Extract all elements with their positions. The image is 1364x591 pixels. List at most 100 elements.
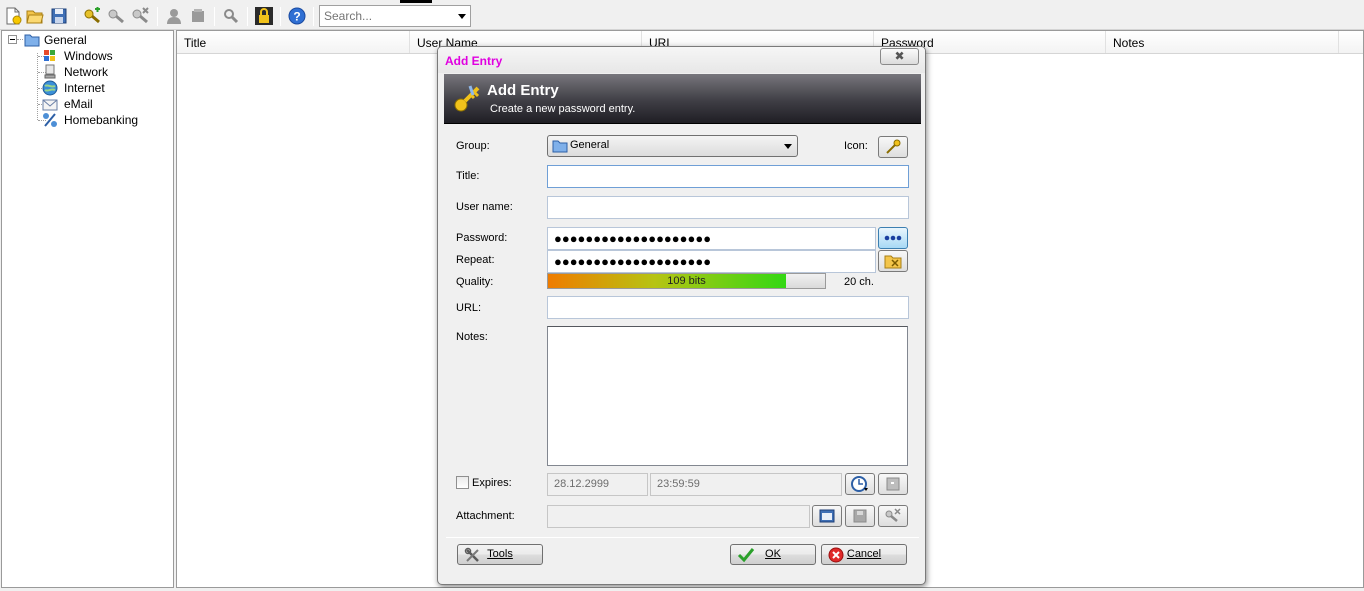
password-length-text: 20 ch. (844, 276, 874, 288)
open-database-icon[interactable] (26, 7, 44, 25)
repeat-value: ●●●●●●●●●●●●●●●●●●●● (554, 254, 712, 269)
tree-connector (37, 53, 38, 120)
username-input[interactable] (548, 197, 908, 218)
tree-connector (17, 39, 23, 40)
toolbar-separator (313, 7, 314, 26)
save-attachment-button[interactable] (845, 505, 875, 527)
tools-icon (464, 547, 479, 562)
expiry-custom-button[interactable] (878, 473, 908, 495)
title-label: Title: (456, 170, 480, 182)
url-label: URL: (456, 302, 482, 314)
quality-bits-text: 109 bits (667, 275, 706, 287)
group-tree: General Windows Network Internet eMail H… (1, 30, 174, 588)
tree-item-label: Network (64, 65, 109, 79)
dialog-banner: Add Entry Create a new password entry. (444, 74, 921, 124)
toolbar-separator (214, 7, 215, 26)
group-select[interactable]: General (547, 135, 798, 157)
folder-icon (24, 34, 40, 47)
chevron-down-icon (784, 144, 792, 149)
expires-label[interactable]: Expires: (472, 477, 512, 489)
toolbar-separator (157, 7, 158, 26)
tree-item-label: Windows (64, 49, 113, 63)
close-button[interactable]: ✖ (880, 48, 919, 65)
column-header-notes[interactable]: Notes (1106, 31, 1339, 53)
new-database-icon[interactable] (4, 7, 22, 25)
username-label: User name: (456, 201, 513, 213)
mail-icon (42, 99, 58, 111)
quality-label: Quality: (456, 276, 494, 288)
cancel-button-label: Cancel (846, 548, 882, 560)
icon-label: Icon: (844, 140, 868, 152)
svg-text:?: ? (293, 10, 300, 24)
network-icon (44, 64, 56, 79)
save-database-icon[interactable] (50, 7, 68, 25)
column-header-title[interactable]: Title (177, 31, 410, 53)
dialog-title: Add Entry (445, 54, 503, 68)
expiry-presets-button[interactable] (845, 473, 875, 495)
collapse-toggle-icon[interactable] (8, 35, 17, 44)
folder-icon (552, 140, 568, 153)
dialog-separator (446, 537, 919, 538)
generate-password-button[interactable] (878, 250, 908, 272)
add-entry-dialog: Add Entry ✖ Add Entry Create a new passw… (437, 46, 926, 585)
notes-label: Notes: (456, 331, 488, 343)
copy-icon[interactable] (189, 7, 207, 25)
tree-item-label: Homebanking (64, 113, 139, 127)
url-input[interactable] (548, 297, 908, 318)
delete-entry-icon (885, 508, 901, 522)
notes-field[interactable] (547, 326, 908, 466)
icon-picker-button[interactable] (878, 136, 908, 158)
key-icon (886, 139, 901, 154)
delete-entry-icon[interactable] (131, 7, 149, 25)
globe-icon (42, 80, 58, 96)
remove-attachment-button[interactable] (878, 505, 908, 527)
username-field[interactable] (547, 196, 909, 219)
title-field[interactable] (547, 165, 909, 188)
group-select-value: General (570, 139, 610, 151)
attach-file-button[interactable] (812, 505, 842, 527)
attachment-field (547, 505, 810, 528)
notes-textarea[interactable] (548, 327, 907, 465)
checkmark-icon (737, 548, 755, 563)
windows-icon (44, 50, 55, 61)
help-icon[interactable]: ? (288, 7, 306, 25)
url-field[interactable] (547, 296, 909, 319)
hidden-dots-icon (884, 235, 902, 241)
repeat-field[interactable]: ●●●●●●●●●●●●●●●●●●●● (547, 250, 876, 273)
main-toolbar: ? (0, 3, 1364, 30)
add-entry-icon[interactable] (83, 7, 101, 25)
search-input[interactable] (320, 6, 450, 26)
banner-subtitle: Create a new password entry. (490, 103, 636, 115)
clock-icon (851, 476, 868, 492)
disk-icon (853, 509, 867, 523)
repeat-label: Repeat: (456, 254, 495, 266)
title-input[interactable] (548, 166, 908, 187)
calendar-icon (886, 477, 900, 491)
expiry-time-field[interactable]: 23:59:59 (650, 473, 842, 496)
toolbar-separator (75, 7, 76, 26)
key-icon (454, 85, 480, 112)
lock-icon[interactable] (255, 7, 273, 25)
password-field[interactable]: ●●●●●●●●●●●●●●●●●●●● (547, 227, 876, 250)
find-icon[interactable] (222, 7, 240, 25)
dialog-titlebar: Add Entry ✖ (438, 47, 925, 73)
toggle-password-visibility-button[interactable] (878, 227, 908, 249)
cancel-button[interactable]: Cancel (821, 544, 907, 565)
expires-checkbox[interactable] (456, 476, 469, 489)
toolbar-separator (247, 7, 248, 26)
password-value: ●●●●●●●●●●●●●●●●●●●● (554, 231, 712, 246)
tree-item-label: eMail (64, 97, 93, 111)
search-dropdown-arrow-icon[interactable] (458, 14, 466, 19)
expiry-date-field[interactable]: 28.12.2999 (547, 473, 648, 496)
user-icon[interactable] (165, 7, 183, 25)
edit-entry-icon[interactable] (107, 7, 125, 25)
toolbar-separator (280, 7, 281, 26)
open-folder-icon (819, 509, 835, 523)
attachment-label: Attachment: (456, 510, 515, 522)
ok-button[interactable]: OK (730, 544, 816, 565)
cancel-icon (828, 547, 844, 563)
percent-icon (43, 113, 57, 127)
search-box[interactable] (319, 5, 471, 27)
password-label: Password: (456, 232, 508, 244)
tools-button[interactable]: Tools (457, 544, 543, 565)
